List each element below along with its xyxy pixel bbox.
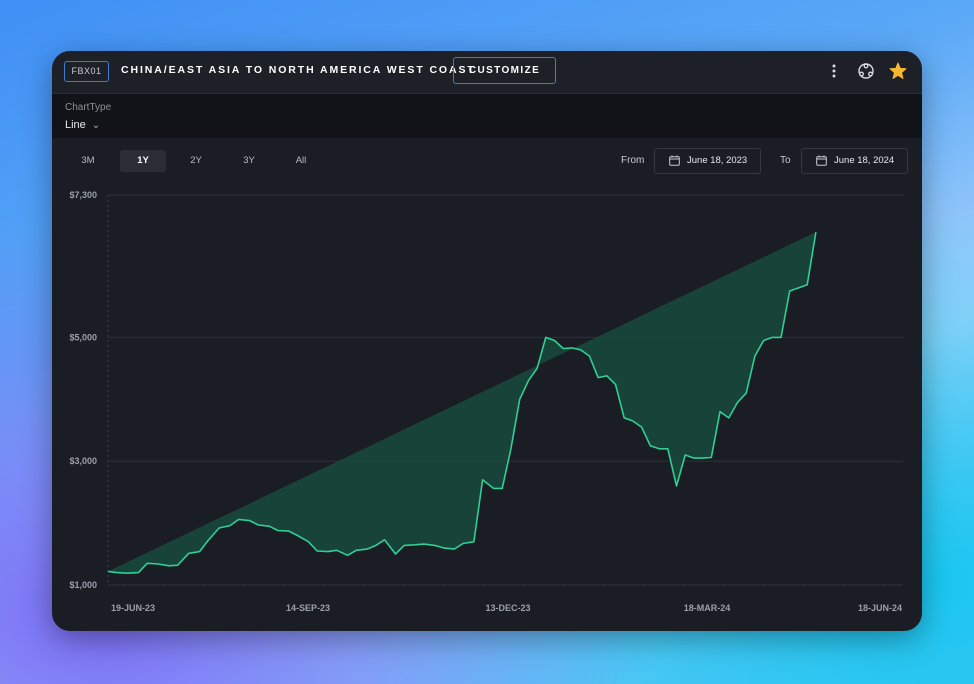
y-tick-label: $3,000 [69,456,97,466]
freight-rate-chart: $7,300 $5,000 $3,000 $1,000 19-JUN-23 14-SEP-… [69,190,903,613]
customize-button[interactable]: CUSTOMIZE [453,57,556,84]
header-bar: FBX01 CHINA/EAST ASIA TO NORTH AMERICA W… [52,51,922,94]
chart-type-bar [52,94,922,138]
range-button-3y[interactable]: 3Y [226,150,272,172]
x-tick-label: 19-JUN-23 [111,603,155,613]
series-area [108,232,816,574]
charttype-label: ChartType [65,102,112,113]
from-label: From [621,155,645,166]
from-date-value: June 18, 2023 [687,155,748,166]
x-tick-label: 14-SEP-23 [286,603,330,613]
y-tick-label: $7,300 [69,190,97,200]
y-tick-label: $5,000 [69,332,97,342]
more-vertical-icon[interactable] [828,63,840,79]
range-button-1y[interactable]: 1Y [120,150,166,172]
calendar-icon [669,155,680,166]
app-window: FBX01 CHINA/EAST ASIA TO NORTH AMERICA W… [52,51,922,631]
to-label: To [780,155,791,166]
y-tick-label: $1,000 [69,580,97,590]
range-button-all[interactable]: All [278,150,324,172]
calendar-icon [816,155,827,166]
from-date-picker[interactable]: June 18, 2023 [654,148,761,174]
chevron-down-icon: ⌄ [91,120,101,131]
x-tick-label: 18-JUN-24 [858,603,902,613]
range-button-2y[interactable]: 2Y [173,150,219,172]
range-button-3m[interactable]: 3M [65,150,111,172]
to-date-picker[interactable]: June 18, 2024 [801,148,908,174]
to-date-value: June 18, 2024 [834,155,895,166]
charttype-dropdown[interactable]: Line ⌄ [65,119,100,131]
x-tick-label: 18-MAR-24 [684,603,731,613]
route-title: CHINA/EAST ASIA TO NORTH AMERICA WEST CO… [121,64,476,76]
share-network-icon[interactable] [857,62,875,80]
index-code-badge: FBX01 [64,61,109,82]
star-icon[interactable] [889,62,907,80]
charttype-value: Line [65,119,86,131]
x-tick-label: 13-DEC-23 [485,603,530,613]
